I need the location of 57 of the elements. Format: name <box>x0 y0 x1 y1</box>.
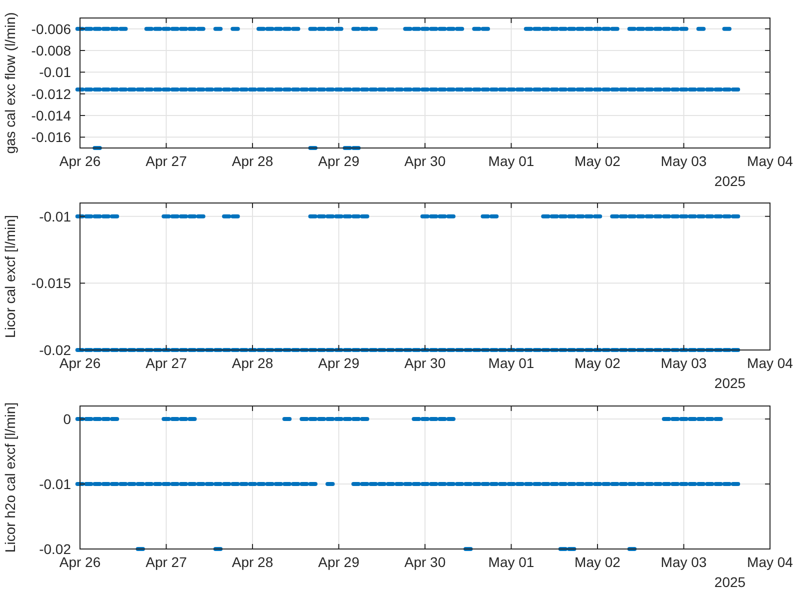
tick-label: Apr 26 <box>59 554 101 570</box>
tick-label: May 04 <box>747 355 793 371</box>
data-point <box>722 26 732 31</box>
year-label: 2025 <box>714 173 746 189</box>
tick-label: Apr 28 <box>232 355 274 371</box>
tick-label: May 02 <box>574 153 620 169</box>
data-point <box>230 26 240 31</box>
tick-label: Apr 28 <box>232 554 274 570</box>
tick-label: May 03 <box>660 355 707 371</box>
tick-label: Apr 29 <box>318 554 360 570</box>
data-point <box>136 547 145 551</box>
tick-label: May 02 <box>574 554 620 570</box>
tick-label: Apr 28 <box>232 153 274 169</box>
axis-label: Licor h2o cal excf [l/min] <box>2 402 18 553</box>
tick-label: May 01 <box>488 153 534 169</box>
tick-label: -0.02 <box>39 541 71 557</box>
tick-label: May 01 <box>488 355 534 371</box>
tick-label: -0.006 <box>31 20 71 37</box>
data-point <box>326 482 335 486</box>
tick-label: -0.008 <box>31 42 71 58</box>
data-point <box>213 26 223 31</box>
tick-label: May 03 <box>660 153 707 169</box>
tick-label: Apr 26 <box>59 355 101 371</box>
data-point <box>213 547 223 551</box>
tick-label: Apr 26 <box>59 153 101 169</box>
data-point <box>464 547 473 551</box>
tick-label: -0.015 <box>31 275 71 292</box>
tick-label: May 03 <box>660 554 707 570</box>
tick-label: -0.01 <box>39 208 71 224</box>
year-label: 2025 <box>714 375 746 391</box>
tick-label: -0.014 <box>31 108 71 124</box>
data-point <box>627 547 637 551</box>
tick-label: Apr 30 <box>404 153 446 169</box>
tick-label: -0.012 <box>31 86 71 102</box>
tick-label: Apr 29 <box>318 355 360 371</box>
tick-label: -0.02 <box>39 342 71 358</box>
tick-label: Apr 30 <box>404 355 446 371</box>
axis-label: Licor cal excf [l/min] <box>2 215 18 338</box>
tick-label: Apr 27 <box>146 153 187 169</box>
tick-label: May 02 <box>574 355 620 371</box>
data-point <box>92 146 102 150</box>
data-point <box>308 146 318 150</box>
tick-label: Apr 30 <box>404 554 446 570</box>
tick-label: May 04 <box>747 554 793 570</box>
tick-label: Apr 27 <box>146 554 187 570</box>
tick-label: 0 <box>63 411 71 427</box>
data-point <box>696 26 706 31</box>
year-label: 2025 <box>714 574 746 590</box>
axis-label: gas cal exc flow (l/min) <box>2 12 18 154</box>
tick-label: -0.01 <box>39 64 71 80</box>
tick-label: Apr 27 <box>146 355 187 371</box>
tick-label: Apr 29 <box>318 153 360 169</box>
tick-label: May 01 <box>488 554 534 570</box>
tick-label: -0.016 <box>31 129 71 146</box>
tick-label: -0.01 <box>39 476 71 492</box>
data-point <box>282 417 292 421</box>
tick-label: May 04 <box>747 153 793 169</box>
